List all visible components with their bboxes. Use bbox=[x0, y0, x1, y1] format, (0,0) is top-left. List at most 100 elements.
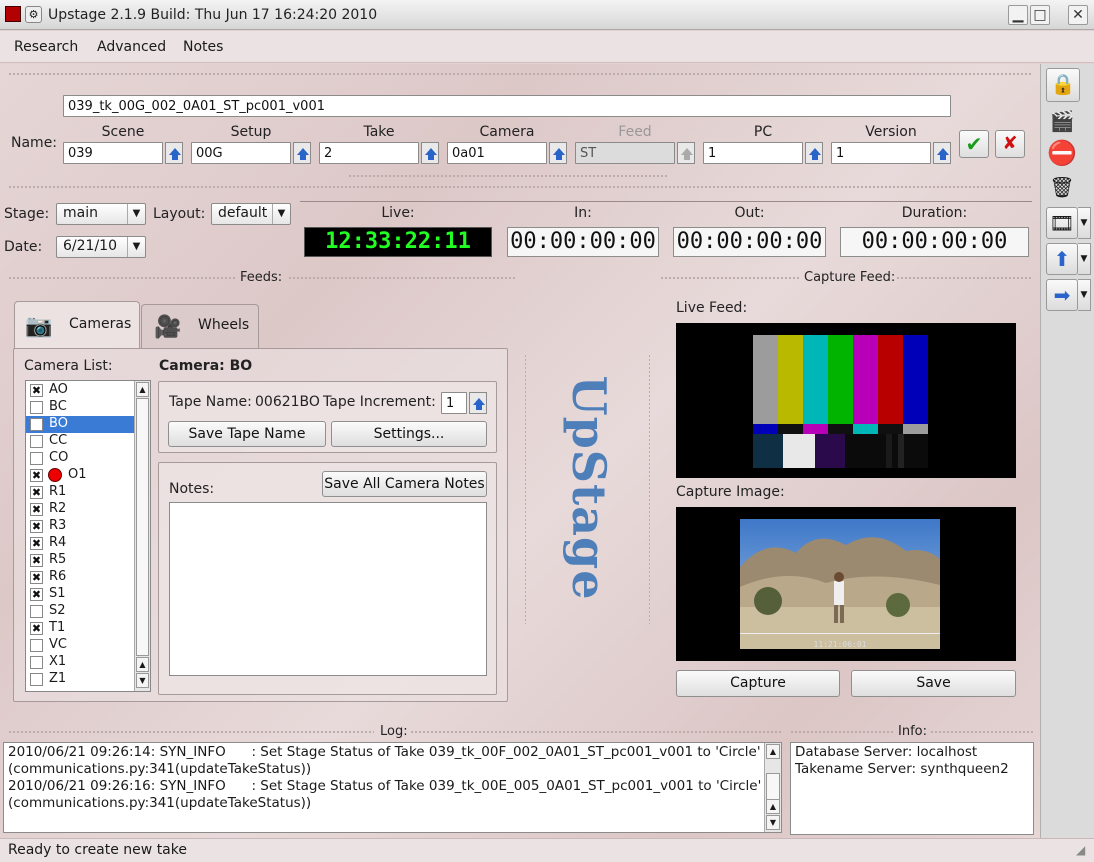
setup-field[interactable] bbox=[191, 142, 291, 164]
checkbox[interactable] bbox=[30, 605, 43, 618]
pc-field[interactable] bbox=[703, 142, 803, 164]
scroll-up-icon[interactable]: ▲ bbox=[136, 657, 149, 672]
camera-list-item[interactable]: ✖ R2 bbox=[26, 501, 134, 518]
log-section-label: Log: bbox=[380, 724, 408, 739]
lock-icon[interactable]: 🔒 bbox=[1046, 68, 1080, 102]
checkbox[interactable] bbox=[30, 418, 43, 431]
take-up-button[interactable] bbox=[421, 142, 439, 164]
camera-list-item[interactable]: ✖ AO bbox=[26, 382, 134, 399]
camera-list-item[interactable]: ✖ R3 bbox=[26, 518, 134, 535]
scroll-up-icon[interactable]: ▲ bbox=[766, 799, 780, 814]
tape-increment-up-button[interactable] bbox=[469, 392, 487, 414]
notes-textarea[interactable] bbox=[169, 502, 487, 676]
checkbox[interactable] bbox=[30, 639, 43, 652]
menu-advanced[interactable]: Advanced bbox=[97, 39, 166, 55]
checkbox-checked[interactable]: ✖ bbox=[30, 588, 43, 601]
checkbox-checked[interactable]: ✖ bbox=[30, 520, 43, 533]
tab-cameras[interactable]: 📷 Cameras bbox=[14, 301, 140, 349]
right-menu-chevron-icon[interactable]: ▼ bbox=[1078, 279, 1091, 311]
film-menu-chevron-icon[interactable]: ▼ bbox=[1078, 207, 1091, 239]
checkbox-checked[interactable]: ✖ bbox=[30, 486, 43, 499]
checkbox-checked[interactable]: ✖ bbox=[30, 503, 43, 516]
camera-name: BC bbox=[49, 399, 67, 414]
checkbox-checked[interactable]: ✖ bbox=[30, 571, 43, 584]
camera-list-item[interactable]: CC bbox=[26, 433, 134, 450]
log-text[interactable]: 2010/06/21 09:26:14: SYN_INFO : Set Stag… bbox=[3, 742, 782, 833]
scroll-thumb[interactable] bbox=[136, 398, 149, 656]
camera-up-button[interactable] bbox=[549, 142, 567, 164]
checkbox-checked[interactable]: ✖ bbox=[30, 622, 43, 635]
clapper-icon[interactable]: 🎬 bbox=[1046, 106, 1078, 138]
resize-grip-icon[interactable]: ◢ bbox=[1076, 843, 1085, 857]
version-field[interactable] bbox=[831, 142, 931, 164]
settings-button[interactable]: Settings... bbox=[331, 421, 487, 447]
checkbox-checked[interactable]: ✖ bbox=[30, 554, 43, 567]
save-capture-button[interactable]: Save bbox=[851, 670, 1016, 697]
camera-list-scrollbar[interactable]: ▲ ▲ ▼ bbox=[134, 381, 150, 691]
camera-list-item[interactable]: CO bbox=[26, 450, 134, 467]
camera-list-item[interactable]: ✖ R5 bbox=[26, 552, 134, 569]
tab-wheels[interactable]: 🎥 Wheels bbox=[141, 304, 259, 348]
tape-increment-label: Tape Increment: bbox=[323, 394, 436, 410]
camera-list-item[interactable]: ✖ T1 bbox=[26, 620, 134, 637]
checkbox[interactable] bbox=[30, 401, 43, 414]
scroll-down-icon[interactable]: ▼ bbox=[766, 815, 780, 830]
layout-select[interactable]: default ▼ bbox=[211, 203, 291, 225]
camera-list-item[interactable]: X1 bbox=[26, 654, 134, 671]
camera-list-item[interactable]: Z1 bbox=[26, 671, 134, 688]
out-timecode[interactable]: 00:00:00:00 bbox=[673, 227, 826, 257]
menu-research[interactable]: Research bbox=[14, 39, 78, 55]
trash-icon[interactable]: 🗑 bbox=[1046, 172, 1078, 204]
camera-field[interactable] bbox=[447, 142, 547, 164]
checkbox-checked[interactable]: ✖ bbox=[30, 384, 43, 397]
scene-field[interactable] bbox=[63, 142, 163, 164]
take-name-field[interactable] bbox=[63, 95, 951, 117]
checkbox-checked[interactable]: ✖ bbox=[30, 469, 43, 482]
scroll-up-icon[interactable]: ▲ bbox=[136, 382, 149, 397]
camera-list-item[interactable]: S2 bbox=[26, 603, 134, 620]
stage-select[interactable]: main ▼ bbox=[56, 203, 146, 225]
scene-up-button[interactable] bbox=[165, 142, 183, 164]
stop-icon[interactable]: ⛔ bbox=[1046, 138, 1078, 170]
pc-up-button[interactable] bbox=[805, 142, 823, 164]
camera-list-item[interactable]: VC bbox=[26, 637, 134, 654]
version-up-button[interactable] bbox=[933, 142, 951, 164]
accept-button[interactable]: ✔ bbox=[959, 130, 989, 158]
camera-list-item[interactable]: ✖ S1 bbox=[26, 586, 134, 603]
maximize-button[interactable]: □ bbox=[1030, 5, 1050, 25]
checkbox-checked[interactable]: ✖ bbox=[30, 537, 43, 550]
take-field[interactable] bbox=[319, 142, 419, 164]
capture-button[interactable]: Capture bbox=[676, 670, 840, 697]
save-all-camera-notes-button[interactable]: Save All Camera Notes bbox=[322, 471, 487, 497]
checkbox[interactable] bbox=[30, 656, 43, 669]
scroll-thumb[interactable] bbox=[766, 773, 780, 801]
camera-list-item[interactable]: BO bbox=[26, 416, 134, 433]
camera-list-item[interactable]: ✖ O1 bbox=[26, 467, 134, 484]
scroll-down-icon[interactable]: ▼ bbox=[136, 673, 149, 688]
camera-label: Camera bbox=[479, 124, 535, 140]
menu-notes[interactable]: Notes bbox=[183, 39, 223, 55]
checkbox[interactable] bbox=[30, 673, 43, 686]
checkbox[interactable] bbox=[30, 435, 43, 448]
up-menu-chevron-icon[interactable]: ▼ bbox=[1078, 243, 1091, 275]
scroll-up-icon[interactable]: ▲ bbox=[766, 744, 780, 759]
camera-list[interactable]: ✖ AO BC BO CC CO ✖ O1 ✖ R1 ✖ R2 ✖ R3 ✖ R4 ✖ R5 ✖ R6 ✖ S1 S2 ✖ T1… bbox=[25, 380, 151, 692]
up-arrow-icon[interactable]: ⬆ bbox=[1046, 243, 1078, 275]
film-icon[interactable]: 🎞 bbox=[1046, 207, 1078, 239]
log-scrollbar[interactable]: ▲ ▲ ▼ bbox=[764, 743, 781, 832]
minimize-button[interactable]: ▁ bbox=[1008, 5, 1028, 25]
window-menu-icon[interactable]: ⚙ bbox=[25, 6, 42, 23]
camera-list-item[interactable]: ✖ R1 bbox=[26, 484, 134, 501]
reject-button[interactable]: ✘ bbox=[995, 130, 1025, 158]
camera-list-item[interactable]: ✖ R4 bbox=[26, 535, 134, 552]
setup-up-button[interactable] bbox=[293, 142, 311, 164]
camera-list-item[interactable]: ✖ R6 bbox=[26, 569, 134, 586]
checkbox[interactable] bbox=[30, 452, 43, 465]
tape-increment-field[interactable] bbox=[441, 392, 467, 414]
right-arrow-icon[interactable]: ➡ bbox=[1046, 279, 1078, 311]
in-timecode[interactable]: 00:00:00:00 bbox=[507, 227, 659, 257]
save-tape-name-button[interactable]: Save Tape Name bbox=[168, 421, 326, 447]
camera-list-item[interactable]: BC bbox=[26, 399, 134, 416]
close-window-button[interactable]: ✕ bbox=[1068, 5, 1088, 25]
date-select[interactable]: 6/21/10 ▼ bbox=[56, 236, 146, 258]
